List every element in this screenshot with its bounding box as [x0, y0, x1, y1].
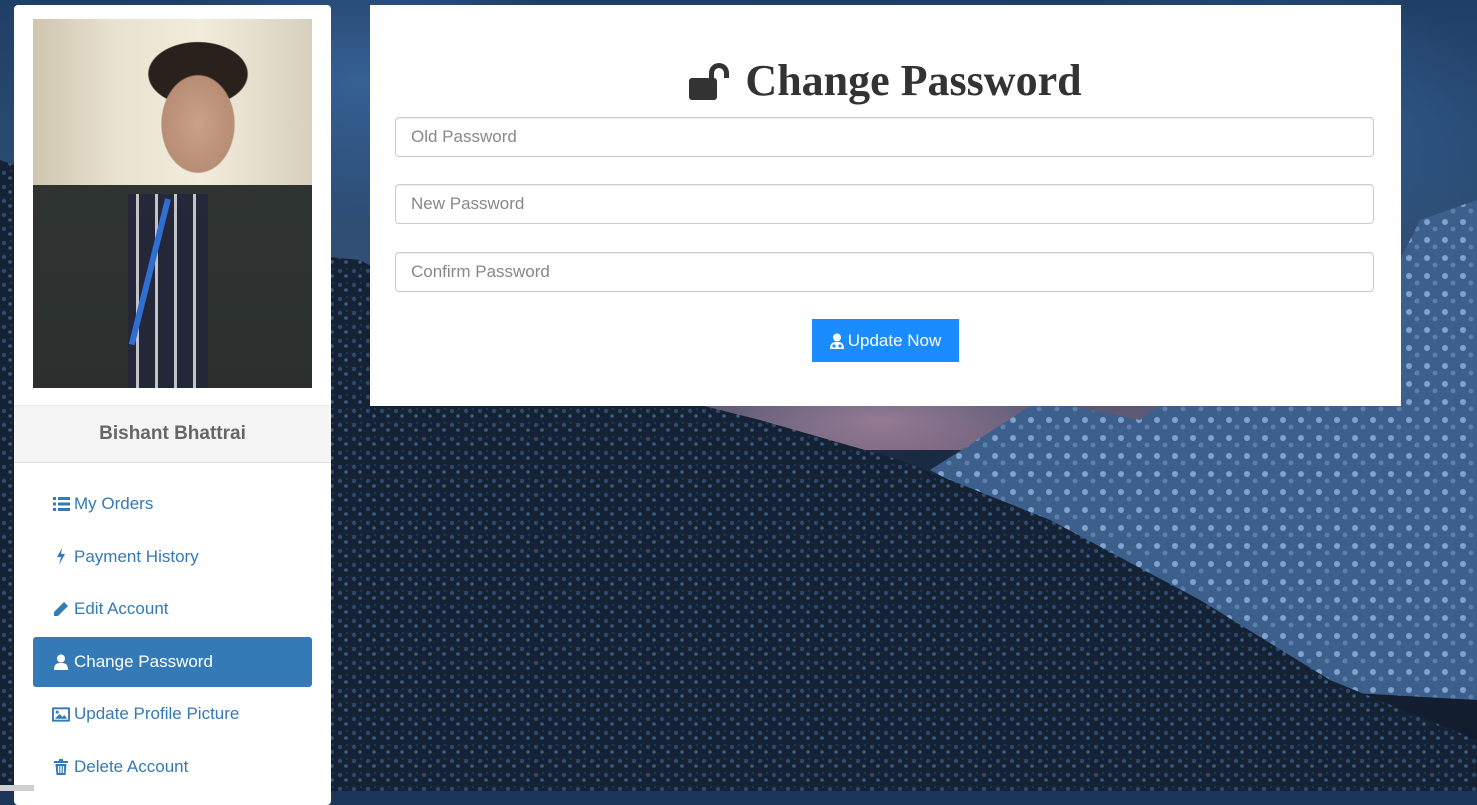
sidebar-item-label: Edit Account	[74, 599, 169, 618]
change-password-card: Change Password Update Now	[370, 5, 1401, 406]
sidebar-item-label: Change Password	[74, 651, 213, 671]
new-password-field[interactable]	[395, 184, 1374, 224]
trash-icon	[52, 758, 70, 775]
user-md-icon	[829, 333, 848, 349]
user-icon	[52, 654, 70, 670]
sidebar-item-update-profile-picture[interactable]: Update Profile Picture	[33, 689, 312, 739]
profile-avatar	[33, 19, 312, 388]
sidebar-item-change-password[interactable]: Change Password	[33, 636, 312, 687]
profile-name-box: Bishant Bhattrai	[14, 405, 331, 463]
avatar-shirt	[128, 194, 208, 388]
update-now-label: Update Now	[847, 330, 942, 350]
picture-icon	[52, 706, 70, 722]
sidebar-menu: My Orders Payment History Edit Account C…	[33, 479, 312, 794]
sidebar-item-edit-account[interactable]: Edit Account	[33, 584, 312, 634]
list-icon	[52, 497, 70, 511]
confirm-password-field[interactable]	[395, 252, 1374, 292]
bolt-icon	[52, 548, 70, 565]
old-password-field[interactable]	[395, 117, 1374, 157]
sidebar-item-my-orders[interactable]: My Orders	[33, 479, 312, 529]
sidebar-item-delete-account[interactable]: Delete Account	[33, 742, 312, 792]
sidebar-item-label: My Orders	[74, 494, 154, 513]
horizontal-scrollbar[interactable]	[0, 785, 34, 791]
page-title: Change Password	[370, 55, 1401, 106]
update-now-button[interactable]: Update Now	[812, 319, 959, 362]
unlock-icon	[689, 62, 733, 100]
profile-sidebar: Bishant Bhattrai My Orders Payment Histo…	[14, 5, 331, 805]
sidebar-item-label: Delete Account	[74, 756, 189, 776]
sidebar-item-label: Update Profile Picture	[74, 704, 240, 723]
sidebar-item-label: Payment History	[74, 546, 199, 566]
sidebar-item-payment-history[interactable]: Payment History	[33, 532, 312, 582]
pencil-icon	[52, 601, 70, 617]
page-title-text: Change Password	[745, 56, 1082, 105]
profile-name: Bishant Bhattrai	[99, 423, 246, 444]
